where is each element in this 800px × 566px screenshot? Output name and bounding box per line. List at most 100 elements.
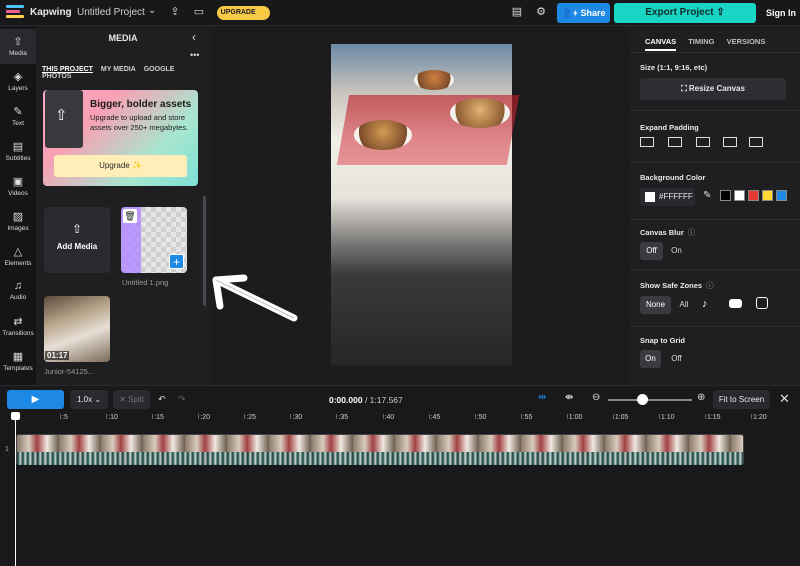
brand-name[interactable]: Kapwing: [30, 7, 72, 18]
instagram-icon[interactable]: [756, 297, 768, 309]
fit-to-screen-button[interactable]: Fit to Screen: [713, 390, 770, 409]
color-preview: [645, 191, 655, 202]
breadcrumb-separator: ›: [68, 7, 72, 18]
canvas-blur-on[interactable]: On: [666, 242, 687, 260]
sign-in-link[interactable]: Sign In: [766, 8, 796, 18]
tab-my-media[interactable]: MY MEDIA: [101, 66, 136, 73]
divider: [630, 326, 800, 327]
chevron-down-icon[interactable]: ⌄: [148, 5, 156, 16]
safe-zones-all[interactable]: All: [674, 296, 694, 314]
undo-icon[interactable]: ↶: [158, 394, 166, 405]
captions-icon[interactable]: ▭: [192, 5, 206, 19]
padding-bottom-icon[interactable]: [696, 137, 710, 147]
ruler-tick: [336, 414, 338, 419]
tiktok-icon[interactable]: ♪: [702, 298, 708, 310]
export-project-button[interactable]: Export Project ⇪: [614, 3, 756, 23]
zoom-out-icon[interactable]: ⊖: [592, 392, 600, 403]
padding-right-icon[interactable]: [749, 137, 763, 147]
subtitles-icon: ▤: [12, 141, 24, 153]
fit-width-icon[interactable]: ⇼: [565, 392, 573, 403]
help-icon[interactable]: ⓘ: [688, 228, 696, 237]
snap-off[interactable]: Off: [666, 350, 687, 368]
speed-select[interactable]: 1.0x ⌄: [70, 390, 108, 409]
share-upload-icon[interactable]: ⇪: [168, 5, 182, 19]
upgrade-promo-card: ⇧ Bigger, bolder assets Upgrade to uploa…: [43, 90, 198, 186]
video-icon: ▣: [12, 176, 24, 188]
timeline-ruler[interactable]: 0:5:10:15:20:25:30:35:40:45:50:551:001:0…: [14, 414, 800, 424]
help-icon[interactable]: ⓘ: [706, 281, 714, 290]
nav-label: Text: [12, 120, 24, 127]
nav-item-templates[interactable]: ▦ Templates: [0, 344, 36, 379]
track-number: 1: [5, 446, 9, 453]
eyedropper-icon[interactable]: ✎: [703, 190, 711, 201]
ruler-tick: [751, 414, 752, 419]
canvas-blur-row: Canvas Blur ⓘ: [640, 227, 695, 238]
canvas-blur-off[interactable]: Off: [640, 242, 663, 260]
nav-item-elements[interactable]: △ Elements: [0, 239, 36, 274]
nav-item-audio[interactable]: ♫ Audio: [0, 274, 36, 309]
ruler-tick: [152, 414, 154, 419]
swatch-black[interactable]: [720, 190, 731, 201]
ruler-tick: [520, 414, 522, 419]
ruler-tick-label: 1:00: [568, 414, 583, 421]
safe-zones-none[interactable]: None: [640, 296, 671, 314]
redo-icon[interactable]: ↷: [178, 394, 186, 405]
nav-item-transitions[interactable]: ⇄ Transitions: [0, 309, 36, 344]
resize-canvas-button[interactable]: ⛶ Resize Canvas: [640, 78, 786, 100]
youtube-icon[interactable]: [729, 299, 742, 308]
zoom-slider-handle[interactable]: [636, 394, 648, 405]
background-color-picker[interactable]: #FFFFFF: [640, 188, 695, 206]
nav-item-images[interactable]: ▨ Images: [0, 204, 36, 239]
video-canvas[interactable]: [331, 44, 512, 365]
media-tabs: THIS PROJECT MY MEDIA GOOGLE PHOTOS: [42, 66, 210, 80]
ruler-tick: [704, 414, 706, 419]
playhead[interactable]: [15, 414, 16, 566]
tab-canvas[interactable]: CANVAS: [645, 37, 677, 51]
padding-top-icon[interactable]: [640, 137, 654, 147]
swatch-red[interactable]: [748, 190, 759, 201]
nav-item-videos[interactable]: ▣ Videos: [0, 169, 36, 204]
nav-item-media[interactable]: ⇧ Media: [0, 29, 36, 64]
play-button[interactable]: ▶: [7, 390, 64, 409]
share-button[interactable]: 👤+ Share: [557, 3, 610, 23]
ruler-tick-label: 1:20: [753, 414, 767, 421]
nav-label: Audio: [9, 294, 27, 301]
swatch-white[interactable]: [734, 190, 745, 201]
ruler-tick: [566, 414, 568, 419]
nav-item-layers[interactable]: ◈ Layers: [0, 64, 36, 99]
swatch-blue[interactable]: [776, 190, 787, 201]
promo-body: Upgrade to upload and store assets over …: [90, 113, 189, 132]
trash-icon[interactable]: 🗑: [123, 209, 137, 223]
ruler-tick-label: :50: [476, 414, 487, 421]
nav-label: Images: [7, 225, 29, 232]
tab-this-project[interactable]: THIS PROJECT: [42, 66, 93, 73]
project-title[interactable]: Untitled Project: [77, 7, 145, 18]
swatch-yellow[interactable]: [762, 190, 773, 201]
padding-sides-icon[interactable]: [668, 137, 682, 147]
upgrade-button[interactable]: UPGRADE ⚡: [217, 6, 270, 20]
tab-timing[interactable]: TIMING: [688, 37, 714, 46]
divider: [630, 52, 800, 53]
zoom-in-icon[interactable]: ⊕: [697, 392, 705, 403]
padding-left-icon[interactable]: [723, 137, 737, 147]
more-options-icon[interactable]: •••: [190, 50, 199, 60]
comment-icon[interactable]: ▤: [510, 5, 524, 19]
split-marker-icon[interactable]: ⇹: [538, 392, 546, 403]
nav-item-subtitles[interactable]: ▤ Subtitles: [0, 134, 36, 169]
ruler-tick-label: :40: [384, 414, 395, 421]
add-media-button[interactable]: ⇧ Add Media: [44, 207, 110, 273]
nav-item-text[interactable]: ✎ Text: [0, 99, 36, 134]
close-icon[interactable]: ✕: [779, 391, 790, 407]
gear-icon[interactable]: ⚙: [534, 5, 548, 19]
kapwing-logo-icon[interactable]: [6, 5, 26, 21]
split-button[interactable]: ✕ Split: [113, 390, 150, 409]
transitions-icon: ⇄: [13, 316, 23, 328]
ruler-tick-label: :45: [430, 414, 441, 421]
background-color-label: Background Color: [640, 173, 706, 182]
snap-on[interactable]: On: [640, 350, 661, 368]
promo-upgrade-button[interactable]: Upgrade ✨: [54, 155, 187, 177]
add-to-canvas-icon[interactable]: +: [169, 254, 184, 269]
chevron-left-icon[interactable]: ‹: [192, 30, 196, 44]
zoom-slider-track[interactable]: [608, 399, 692, 401]
tab-versions[interactable]: VERSIONS: [727, 37, 766, 46]
